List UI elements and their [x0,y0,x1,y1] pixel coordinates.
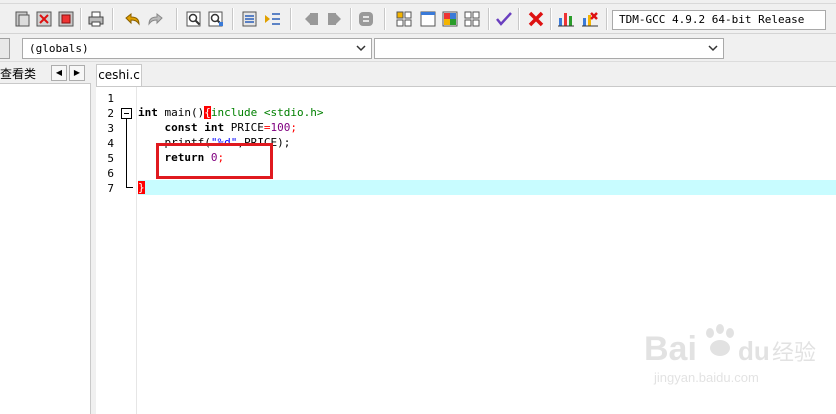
toolbar-separator [112,8,113,30]
code-line-2: int main(){ [138,106,211,119]
fold-toggle-icon[interactable] [121,108,132,119]
toolbar-separator [518,8,519,30]
scope-bar: (globals) [0,35,836,62]
delete-icon[interactable] [526,9,546,29]
code-line-1: #include <stdio.h> [204,106,324,119]
watermark-url: jingyan.baidu.com [653,370,759,385]
new-file-icon[interactable] [12,9,32,29]
toolbar-separator [290,8,291,30]
undo-icon[interactable] [122,9,142,29]
layout-tiles-icon[interactable] [462,9,482,29]
close-all-icon[interactable] [56,9,76,29]
scope-bar-handle [0,38,10,59]
line-number: 2 [107,107,114,120]
line-number: 3 [107,122,114,135]
line-number: 5 [107,152,114,165]
print-icon[interactable] [86,9,106,29]
class-browser-tab[interactable]: 查看类 ◀ ▶ [0,62,91,84]
toolbar: TDM-GCC 4.9.2 64-bit Release [0,4,836,34]
baidu-jingyan-watermark: Bai du 经验 jingyan.baidu.com [640,316,820,396]
toolbar-separator [350,8,351,30]
line-number: 1 [107,92,114,105]
chart-icon[interactable] [556,9,576,29]
layout-colors-icon[interactable] [440,9,460,29]
bookmark-prev-icon[interactable] [302,9,322,29]
layout-window-icon[interactable] [418,9,438,29]
watermark-brand2: du [738,336,770,366]
scope-combo-value: (globals) [29,42,89,55]
toolbar-separator [232,8,233,30]
scope-combo[interactable]: (globals) [22,38,372,59]
toolbar-separator [384,8,385,30]
watermark-cn: 经验 [772,341,816,366]
unindent-icon[interactable] [262,9,282,29]
editor-gutter: 1 2 3 4 5 6 7 [96,87,137,414]
class-browser-panel: 查看类 ◀ ▶ [0,62,91,414]
line-number: 7 [107,182,114,195]
chevron-down-icon [708,45,718,52]
tab-prev-button[interactable]: ◀ [51,65,67,81]
redo-icon[interactable] [146,9,166,29]
close-file-icon[interactable] [34,9,54,29]
toolbar-separator [176,8,177,30]
toolbar-separator [550,8,551,30]
toolbar-separator [488,8,489,30]
replace-icon[interactable] [206,9,226,29]
chevron-down-icon [356,45,366,52]
code-line-7: } [138,181,145,194]
code-line-3: const int PRICE=100; [164,121,298,134]
find-icon[interactable] [184,9,204,29]
toolbar-separator [80,8,81,30]
compiler-select[interactable]: TDM-GCC 4.9.2 64-bit Release [612,10,826,30]
fold-end [126,187,133,188]
fold-line [126,119,127,188]
layout-grid-icon[interactable] [394,9,414,29]
file-tab-ceshi[interactable]: ceshi.c [96,64,142,86]
watermark-brand: Bai [644,330,697,368]
comment-icon[interactable] [356,9,376,29]
check-icon[interactable] [494,9,514,29]
annotation-highlight-box [156,143,273,179]
devcpp-window: TDM-GCC 4.9.2 64-bit Release (globals) 查… [0,0,836,414]
function-combo[interactable] [374,38,724,59]
stop-chart-icon[interactable] [580,9,600,29]
tab-next-button[interactable]: ▶ [69,65,85,81]
bookmark-next-icon[interactable] [324,9,344,29]
toolbar-separator [606,8,607,30]
class-browser-tab-label: 查看类 [0,67,37,81]
line-number: 6 [107,167,114,180]
indent-icon[interactable] [240,9,260,29]
line-number: 4 [107,137,114,150]
